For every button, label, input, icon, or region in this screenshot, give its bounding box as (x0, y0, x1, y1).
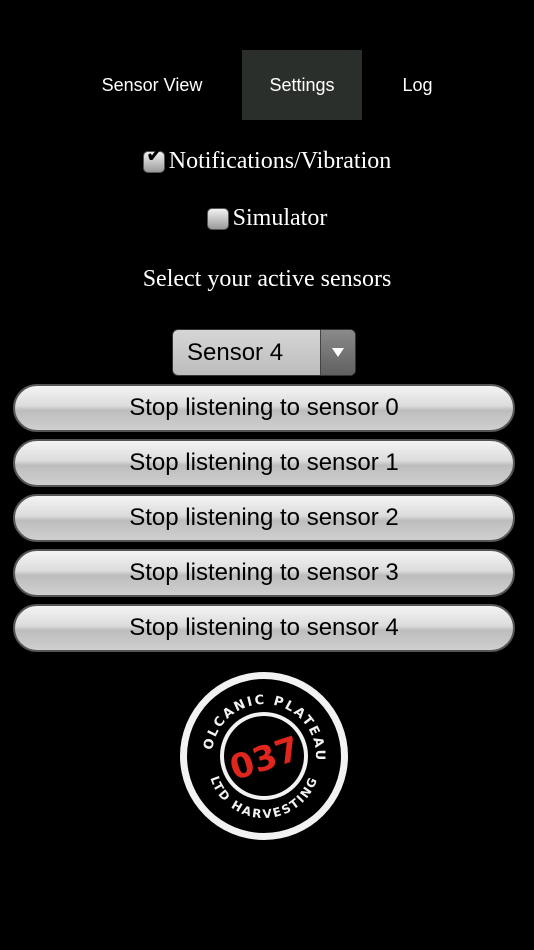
tab-bar: Sensor View Settings Log (0, 50, 534, 120)
chevron-down-icon (332, 348, 344, 357)
simulator-row: Simulator (0, 205, 534, 237)
checkmark-icon: ✔ (145, 142, 165, 168)
sensor-select-value: Sensor 4 (187, 339, 284, 366)
simulator-checkbox[interactable] (206, 207, 229, 230)
tab-log[interactable]: Log (370, 50, 465, 120)
company-logo: VOLCANIC PLATEAU LTD HARVESTING 037 (178, 670, 348, 840)
stop-sensor-3-button[interactable]: Stop listening to sensor 3 (13, 549, 515, 597)
dropdown-button[interactable] (320, 330, 355, 375)
notifications-label: Notifications/Vibration (168, 148, 392, 174)
notifications-checkbox[interactable]: ✔ (142, 144, 165, 173)
stop-sensor-4-button[interactable]: Stop listening to sensor 4 (13, 604, 515, 652)
stop-sensor-2-button[interactable]: Stop listening to sensor 2 (13, 494, 515, 542)
simulator-label: Simulator (232, 205, 328, 231)
stop-sensor-1-button[interactable]: Stop listening to sensor 1 (13, 439, 515, 487)
select-sensors-label: Select your active sensors (142, 266, 392, 292)
stop-sensor-0-button[interactable]: Stop listening to sensor 0 (13, 384, 515, 432)
sensor-select[interactable]: Sensor 4 (172, 329, 356, 376)
tab-sensor-view[interactable]: Sensor View (82, 50, 222, 120)
tab-settings[interactable]: Settings (242, 50, 362, 120)
notifications-row: ✔ Notifications/Vibration (0, 144, 534, 180)
